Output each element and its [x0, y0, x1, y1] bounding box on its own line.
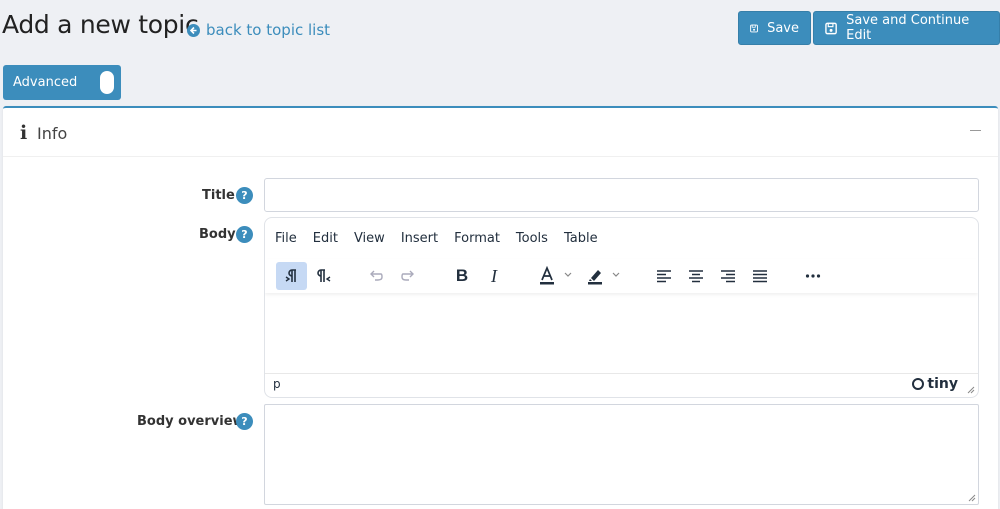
- page-title: Add a new topic: [2, 10, 199, 39]
- justify-icon[interactable]: [746, 262, 774, 290]
- tiny-brand-label: tiny: [927, 376, 958, 392]
- title-label: Title: [202, 188, 235, 203]
- back-link-label: back to topic list: [206, 21, 331, 39]
- redo-icon[interactable]: [394, 262, 422, 290]
- floppy-disk-icon: [825, 22, 837, 34]
- editor-statusbar: p tiny: [265, 373, 978, 397]
- menu-table[interactable]: Table: [564, 231, 598, 254]
- tiny-logo-icon: [912, 378, 925, 390]
- card-header[interactable]: i Info: [3, 108, 998, 157]
- menu-insert[interactable]: Insert: [401, 231, 438, 254]
- floppy-disk-icon: [750, 24, 758, 32]
- undo-icon[interactable]: [362, 262, 390, 290]
- italic-icon[interactable]: I: [480, 262, 508, 290]
- tiny-logo[interactable]: tiny: [912, 376, 958, 392]
- toggle-knob: [100, 71, 114, 94]
- highlight-icon[interactable]: [583, 262, 627, 290]
- arrow-left-circle-icon: [187, 23, 200, 37]
- element-path[interactable]: p: [273, 377, 281, 391]
- page-header: Add a new topic back to topic list Save …: [0, 0, 1000, 60]
- card-title: Info: [37, 124, 68, 143]
- advanced-mode-toggle[interactable]: Advanced: [3, 65, 121, 100]
- editor-menubar: File Edit View Insert Format Tools Table: [265, 218, 978, 254]
- info-card: i Info Title ? Body ? File Edit View Ins…: [3, 106, 998, 509]
- body-label: Body: [199, 227, 236, 242]
- collapse-icon[interactable]: [970, 130, 981, 131]
- help-icon[interactable]: ?: [236, 226, 253, 243]
- advanced-toggle-label: Advanced: [13, 75, 78, 90]
- align-left-icon[interactable]: [650, 262, 678, 290]
- save-button-label: Save: [767, 20, 799, 36]
- menu-tools[interactable]: Tools: [516, 231, 548, 254]
- resize-handle-icon[interactable]: [967, 386, 975, 394]
- save-continue-label: Save and Continue Edit: [846, 13, 970, 43]
- body-overview-label: Body overview: [137, 414, 245, 429]
- align-right-icon[interactable]: [714, 262, 742, 290]
- align-center-icon[interactable]: [682, 262, 710, 290]
- body-overview-textarea[interactable]: [264, 404, 979, 505]
- save-button[interactable]: Save: [738, 11, 811, 45]
- resize-handle-icon[interactable]: [968, 494, 976, 502]
- rtl-icon[interactable]: [310, 262, 338, 290]
- help-icon[interactable]: ?: [236, 413, 253, 430]
- more-icon[interactable]: [799, 262, 827, 290]
- bold-icon[interactable]: B: [448, 262, 476, 290]
- menu-format[interactable]: Format: [454, 231, 500, 254]
- editor-toolbar: B I: [265, 259, 978, 293]
- title-input[interactable]: [264, 178, 979, 212]
- save-and-continue-button[interactable]: Save and Continue Edit: [813, 11, 1000, 45]
- text-color-icon[interactable]: [535, 262, 579, 290]
- menu-view[interactable]: View: [354, 231, 385, 254]
- editor-content-area[interactable]: [265, 298, 978, 375]
- rich-text-editor: File Edit View Insert Format Tools Table…: [264, 217, 979, 398]
- back-to-list-link[interactable]: back to topic list: [187, 21, 330, 39]
- info-icon: i: [20, 122, 28, 144]
- ltr-icon[interactable]: [276, 262, 307, 290]
- menu-edit[interactable]: Edit: [313, 231, 338, 254]
- help-icon[interactable]: ?: [236, 187, 253, 204]
- menu-file[interactable]: File: [275, 231, 297, 254]
